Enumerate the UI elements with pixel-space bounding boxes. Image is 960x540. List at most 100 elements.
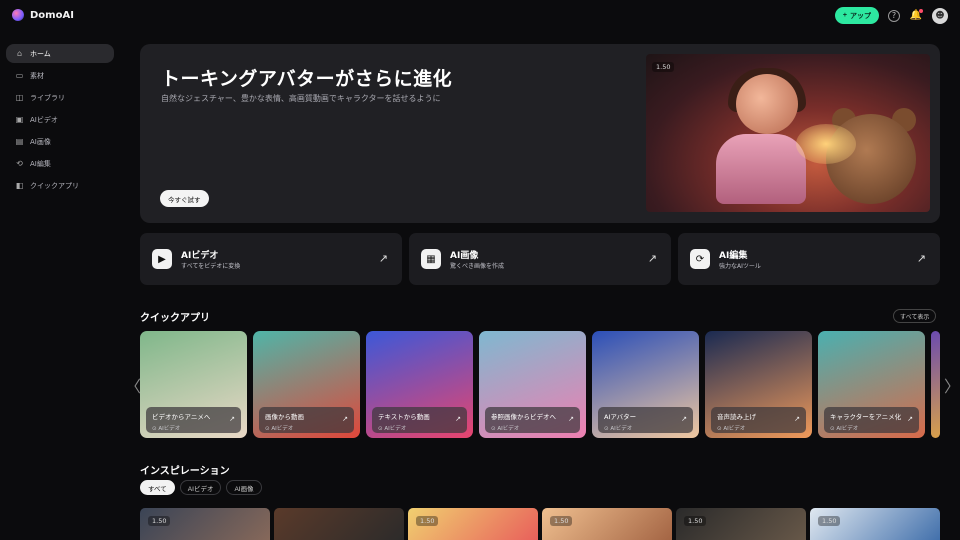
quick-app-card[interactable]: 音声読み上げ ⊙ AIビデオ ↗ <box>705 331 812 438</box>
header-actions: + アップ ? 🔔 ☻ <box>834 7 948 24</box>
image-icon: ▤ <box>15 136 24 146</box>
sidebar: ⌂ ホーム ▭ 素材 ◫ ライブラリ ▣ AIビデオ ▤ AI画像 ⟲ AI編集 ◧ クイックアプリ <box>6 44 114 198</box>
quick-app-card-partial[interactable] <box>931 331 940 438</box>
edit-icon: ⟲ <box>16 158 23 168</box>
quick-app-card[interactable]: 画像から動画 ⊙ AIビデオ ↗ <box>253 331 360 438</box>
arrow-up-right-icon: ↗ <box>378 252 388 265</box>
scroll-left-icon[interactable]: 〈 <box>125 373 141 397</box>
arrow-up-right-icon: ↗ <box>681 415 687 423</box>
inspiration-item[interactable]: 1.50 <box>408 508 538 540</box>
arrow-up-right-icon: ↗ <box>647 252 657 265</box>
inspiration-item[interactable]: 1.50 <box>542 508 672 540</box>
quick-app-category: ⊙ AIビデオ <box>491 426 520 432</box>
filter-chip[interactable]: AIビデオ <box>179 480 222 495</box>
quick-app-label: キャラクターをアニメ化 ⊙ AIビデオ ↗ <box>824 407 919 433</box>
quick-app-name: AIアバター <box>604 413 637 421</box>
filter-chip[interactable]: AI画像 <box>226 480 262 495</box>
scroll-right-icon[interactable]: 〉 <box>944 373 960 397</box>
quick-app-name: 音声読み上げ <box>717 413 756 421</box>
quick-app-card[interactable]: AIアバター ⊙ AIビデオ ↗ <box>592 331 699 438</box>
model-version-badge: 1.50 <box>684 516 707 526</box>
feature-subtitle: 強力なAIツール <box>719 263 761 270</box>
sidebar-item[interactable]: ⟲ AI編集 <box>6 154 114 173</box>
brand[interactable]: DomoAI <box>12 9 74 21</box>
inspiration-item[interactable]: 1.50 <box>810 508 940 540</box>
feature-title: AI画像 <box>450 251 479 261</box>
inspiration-item[interactable] <box>274 508 404 540</box>
quick-app-label: ビデオからアニメへ ⊙ AIビデオ ↗ <box>146 407 241 433</box>
inspiration-item[interactable]: 1.50 <box>140 508 270 540</box>
sidebar-item[interactable]: ▤ AI画像 <box>6 132 114 151</box>
sidebar-item-label: AI画像 <box>30 137 51 146</box>
sidebar-item[interactable]: ▭ 素材 <box>6 66 114 85</box>
arrow-up-right-icon: ↗ <box>229 415 235 423</box>
user-avatar[interactable]: ☻ <box>932 7 948 24</box>
inspiration-title: インスピレーション <box>140 466 230 477</box>
inspiration-filters: すべて AIビデオ AI画像 <box>140 480 262 495</box>
quick-app-card[interactable]: 参照画像からビデオへ ⊙ AIビデオ ↗ <box>479 331 586 438</box>
sidebar-item-label: ライブラリ <box>30 93 65 102</box>
feature-card[interactable]: ⟳ AI編集 強力なAIツール ↗ <box>678 233 940 285</box>
quick-app-category: ⊙ AIビデオ <box>604 426 633 432</box>
video-icon: ▣ <box>15 114 24 124</box>
hero-girl-head <box>736 74 798 134</box>
hero-subtitle: 自然なジェスチャー、豊かな表情、高画質動画でキャラクターを話せるように <box>161 94 441 103</box>
feature-subtitle: すべてをビデオに変換 <box>181 263 241 270</box>
model-version-badge: 1.50 <box>148 516 171 526</box>
quick-app-name: 画像から動画 <box>265 413 304 421</box>
picture-icon: ▦ <box>421 249 441 269</box>
domoai-logo-icon <box>12 9 24 21</box>
show-all-button[interactable]: すべて表示 <box>893 309 937 323</box>
quick-app-card[interactable]: キャラクターをアニメ化 ⊙ AIビデオ ↗ <box>818 331 925 438</box>
quick-app-label: 画像から動画 ⊙ AIビデオ ↗ <box>259 407 354 433</box>
quick-app-category: ⊙ AIビデオ <box>717 426 746 432</box>
hero-image[interactable]: 1.50 <box>646 54 930 212</box>
quick-app-name: テキストから動画 <box>378 413 430 421</box>
feature-card[interactable]: ▶ AIビデオ すべてをビデオに変換 ↗ <box>140 233 402 285</box>
feature-title: AI編集 <box>719 251 748 261</box>
quick-app-card[interactable]: テキストから動画 ⊙ AIビデオ ↗ <box>366 331 473 438</box>
sidebar-item[interactable]: ⌂ ホーム <box>6 44 114 63</box>
quick-app-category: ⊙ AIビデオ <box>830 426 859 432</box>
hero-girl-body <box>716 134 806 204</box>
hero-light-glow <box>796 124 856 164</box>
sidebar-item[interactable]: ▣ AIビデオ <box>6 110 114 129</box>
help-icon[interactable]: ? <box>888 9 900 22</box>
sidebar-item-label: AI編集 <box>30 159 51 168</box>
arrow-up-right-icon: ↗ <box>455 415 461 423</box>
notification-bell-icon[interactable]: 🔔 <box>909 8 923 23</box>
quick-app-name: 参照画像からビデオへ <box>491 413 556 421</box>
upgrade-button[interactable]: + アップ <box>834 7 879 24</box>
sidebar-item[interactable]: ◫ ライブラリ <box>6 88 114 107</box>
quick-app-label: AIアバター ⊙ AIビデオ ↗ <box>598 407 693 433</box>
upgrade-label: アップ <box>850 12 871 20</box>
arrow-up-right-icon: ↗ <box>916 252 926 265</box>
arrow-up-right-icon: ↗ <box>568 415 574 423</box>
arrow-up-right-icon: ↗ <box>907 415 913 423</box>
sidebar-item-label: 素材 <box>30 71 44 80</box>
model-version-badge: 1.50 <box>416 516 439 526</box>
quick-apps-title: クイックアプリ <box>140 313 210 324</box>
inspiration-item[interactable]: 1.50 <box>676 508 806 540</box>
quick-app-card[interactable]: ビデオからアニメへ ⊙ AIビデオ ↗ <box>140 331 247 438</box>
brand-name: DomoAI <box>30 9 74 21</box>
quick-app-label: テキストから動画 ⊙ AIビデオ ↗ <box>372 407 467 433</box>
sidebar-item[interactable]: ◧ クイックアプリ <box>6 176 114 195</box>
filter-chip[interactable]: すべて <box>140 480 175 495</box>
quick-app-label: 音声読み上げ ⊙ AIビデオ ↗ <box>711 407 806 433</box>
feature-card[interactable]: ▦ AI画像驚くべき画像を作成 ↗ <box>409 233 671 285</box>
arrow-up-right-icon: ↗ <box>794 415 800 423</box>
quick-app-category: ⊙ AIビデオ <box>152 426 181 432</box>
hero-banner: トーキングアバターがさらに進化 自然なジェスチャー、豊かな表情、高画質動画でキャ… <box>140 44 940 223</box>
arrow-up-right-icon: ↗ <box>342 415 348 423</box>
model-version-badge: 1.50 <box>652 62 675 72</box>
try-now-button[interactable]: 今すぐ試す <box>160 190 209 207</box>
sidebar-item-label: クイックアプリ <box>30 181 79 190</box>
model-version-badge: 1.50 <box>818 516 841 526</box>
assets-icon: ▭ <box>15 70 24 80</box>
feature-subtitle: 驚くべき画像を作成 <box>450 263 505 270</box>
quick-app-category: ⊙ AIビデオ <box>378 426 407 432</box>
quick-app-icon: ◧ <box>15 180 24 190</box>
library-icon: ◫ <box>15 92 24 102</box>
sidebar-item-label: ホーム <box>30 49 51 58</box>
